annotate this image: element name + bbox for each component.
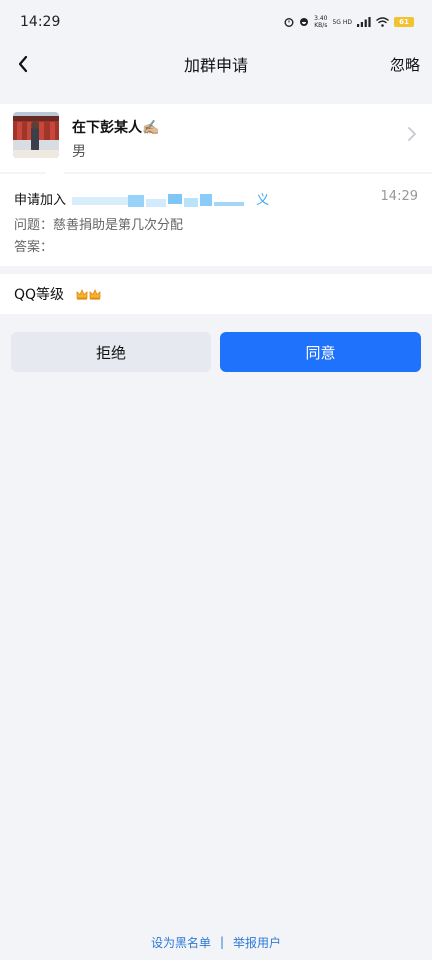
user-name: 在下彭某人✍🏼	[72, 120, 160, 136]
report-user-link[interactable]: 举报用户	[233, 934, 281, 951]
network-speed: 3.40 KB/s	[314, 15, 328, 29]
dnd-icon	[300, 18, 309, 26]
blurred-group-name	[72, 193, 245, 207]
nav-bar: 加群申请 忽略	[0, 44, 432, 84]
qq-level-label: QQ等级	[14, 287, 65, 303]
request-answer: 答案：	[14, 240, 54, 255]
crown-icon	[76, 288, 88, 300]
status-icons: 3.40 KB/s 5G HD 61	[284, 15, 414, 29]
avatar	[13, 112, 59, 158]
status-bar: 14:29 3.40 KB/s 5G HD 61	[0, 0, 432, 44]
footer-separator: |	[219, 935, 225, 949]
qq-level-row: QQ等级	[0, 274, 432, 314]
signal-icon	[357, 17, 371, 27]
chevron-right-icon	[408, 127, 416, 141]
alarm-icon	[284, 18, 294, 27]
blacklist-link[interactable]: 设为黑名单	[151, 934, 211, 951]
level-crowns	[76, 288, 101, 300]
status-time: 14:29	[20, 14, 61, 30]
crown-icon	[89, 288, 101, 300]
page-title: 加群申请	[183, 56, 248, 75]
battery-icon: 61	[394, 17, 414, 27]
join-label: 申请加入	[14, 193, 67, 208]
applicant-profile-card[interactable]: 在下彭某人✍🏼 男	[0, 104, 432, 172]
back-icon[interactable]	[12, 52, 36, 76]
footer-links: 设为黑名单 | 举报用户	[0, 934, 432, 950]
request-question: 问题：慈善捐助是第几次分配	[14, 218, 184, 233]
accept-button[interactable]: 同意	[220, 332, 421, 372]
request-time: 14:29	[380, 189, 418, 204]
wifi-icon	[376, 17, 389, 27]
join-line: 申请加入 义	[14, 189, 269, 208]
reject-button[interactable]: 拒绝	[11, 332, 211, 372]
user-gender: 男	[72, 144, 86, 160]
network-type: 5G HD	[332, 18, 352, 26]
group-name[interactable]: 义	[72, 189, 269, 208]
ignore-button[interactable]: 忽略	[390, 54, 420, 75]
join-request-card: 申请加入 义 14:29 问题：慈善捐助是第几次分配 答案：	[0, 174, 432, 266]
